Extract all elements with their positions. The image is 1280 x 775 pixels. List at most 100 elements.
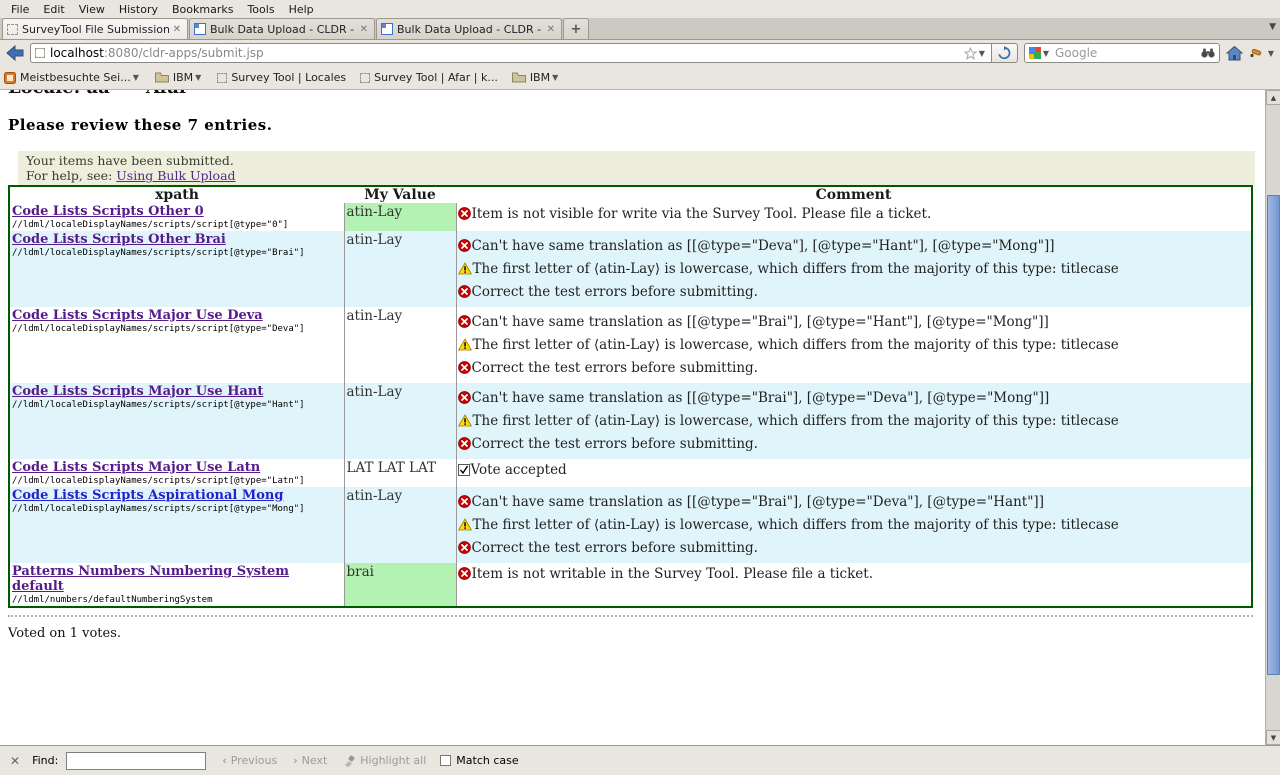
search-engine-chevron-icon[interactable]: ▼ [1043,49,1049,58]
comment-cell: Item is not visible for write via the Su… [456,203,1252,231]
comment-line: The first letter of ⟨atin-Lay⟩ is lowerc… [457,337,1252,353]
comment-line: The first letter of ⟨atin-Lay⟩ is lowerc… [457,517,1252,533]
menu-bookmarks[interactable]: Bookmarks [165,1,240,18]
page-favicon [35,48,45,58]
xpath-path-text: //ldml/numbers/defaultNumberingSystem [12,595,342,605]
table-row: Code Lists Scripts Major Use Hant//ldml/… [9,383,1252,459]
xpath-link[interactable]: Code Lists Scripts Major Use Deva [12,308,263,323]
xpath-link[interactable]: Code Lists Scripts Major Use Latn [12,460,260,475]
my-value-cell: atin-Lay [344,383,456,459]
table-header-row: xpath My Value Comment [9,186,1252,203]
xpath-path-text: //ldml/localeDisplayNames/scripts/script… [12,324,342,334]
tab-close-icon[interactable]: ✕ [171,24,183,35]
tab-close-icon[interactable]: ✕ [358,24,370,35]
my-value-cell: LAT LAT LAT [344,459,456,487]
url-dropdown-chevron-icon[interactable]: ▼ [979,49,985,58]
home-button[interactable] [1226,46,1243,61]
find-input[interactable] [66,752,206,770]
checked-checkbox-icon [458,464,470,476]
table-row: Code Lists Scripts Other 0//ldml/localeD… [9,203,1252,231]
bookmark-chevron-icon[interactable]: ▼ [133,73,139,82]
warning-icon [458,262,472,275]
cldr-favicon [381,23,393,35]
bulk-upload-help-link[interactable]: Using Bulk Upload [116,168,235,183]
match-case-checkbox[interactable]: Match case [440,754,518,767]
table-row: Patterns Numbers Numbering System defaul… [9,563,1252,607]
back-button[interactable] [4,42,26,64]
comment-line: The first letter of ⟨atin-Lay⟩ is lowerc… [457,413,1252,429]
url-bar[interactable]: localhost:8080/cldr-apps/submit.jsp ▼ [30,43,992,63]
find-close-icon[interactable]: ✕ [10,754,20,768]
addon-brush-icon[interactable] [1249,47,1263,59]
tab-overflow-chevron-icon[interactable]: ▼ [1269,22,1276,32]
bookmark-item-3[interactable]: Survey Tool | Locales [217,71,346,84]
toolbar-overflow-chevron-icon[interactable]: ▼ [1268,49,1274,58]
menu-edit[interactable]: Edit [36,1,71,18]
bookmark-label: Meistbesuchte Sei... [20,71,131,84]
scrollbar-down-arrow-icon[interactable]: ▼ [1266,730,1280,745]
tab-1[interactable]: SurveyTool File Submission | ...✕ [2,18,188,39]
error-icon [458,495,471,508]
bookmark-item-2[interactable]: IBM▼ [155,71,203,84]
vertical-scrollbar[interactable]: ▲ ▼ [1265,90,1280,745]
bookmarks-bar: Meistbesuchte Sei...▼IBM▼Survey Tool | L… [0,66,1280,90]
scrollbar-up-arrow-icon[interactable]: ▲ [1266,90,1280,105]
checkbox-icon[interactable] [440,755,451,766]
comment-cell: Vote accepted [456,459,1252,487]
binoculars-icon [1201,47,1215,59]
reload-icon [997,46,1011,60]
xpath-link[interactable]: Code Lists Scripts Major Use Hant [12,384,263,399]
scrollbar-thumb[interactable] [1267,195,1280,675]
menu-help[interactable]: Help [282,1,321,18]
table-row: Code Lists Scripts Major Use Latn//ldml/… [9,459,1252,487]
error-icon [458,567,471,580]
xpath-link[interactable]: Code Lists Scripts Other Brai [12,232,226,247]
menu-tools[interactable]: Tools [240,1,281,18]
bookmark-item-5[interactable]: IBM▼ [512,71,560,84]
comment-line: Can't have same translation as [[@type="… [457,314,1252,330]
find-next-button[interactable]: › Next [293,754,327,767]
highlight-all-button[interactable]: Highlight all [343,754,426,767]
search-input[interactable]: Google [1055,46,1201,60]
error-icon [458,239,471,252]
comment-text: Vote accepted [471,462,567,478]
comment-text: The first letter of ⟨atin-Lay⟩ is lowerc… [473,517,1119,533]
find-previous-button[interactable]: ‹ Previous [222,754,277,767]
placeholder-favicon-icon [217,73,227,83]
comment-line: Correct the test errors before submittin… [457,360,1252,376]
comment-line: Can't have same translation as [[@type="… [457,390,1252,406]
comment-text: The first letter of ⟨atin-Lay⟩ is lowerc… [473,337,1119,353]
menu-file[interactable]: File [4,1,36,18]
xpath-link[interactable]: Code Lists Scripts Aspirational Mong [12,488,283,503]
tab-close-icon[interactable]: ✕ [545,24,557,35]
home-icon [1226,46,1243,61]
comment-line: Item is not writable in the Survey Tool.… [457,566,1252,582]
page-content: Locale: aa — 'Afar' Please review these … [0,90,1280,745]
tab-2[interactable]: Bulk Data Upload - CLDR - Un...✕ [189,18,375,39]
bookmark-chevron-icon[interactable]: ▼ [195,73,201,82]
comment-text: Correct the test errors before submittin… [472,436,758,452]
placeholder-favicon-icon [360,73,370,83]
column-header-comment: Comment [456,186,1252,203]
bookmark-item-4[interactable]: Survey Tool | Afar | k... [360,71,498,84]
bookmark-star-icon[interactable] [964,47,977,60]
error-icon [458,391,471,404]
dotted-separator [8,615,1253,617]
bookmark-item-1[interactable]: Meistbesuchte Sei...▼ [4,71,141,84]
url-text: localhost:8080/cldr-apps/submit.jsp [50,46,964,60]
reload-button[interactable] [992,43,1018,63]
find-label: Find: [32,754,58,767]
my-value-cell: atin-Lay [344,231,456,307]
search-engine-icon[interactable] [1029,47,1041,59]
xpath-link[interactable]: Patterns Numbers Numbering System defaul… [12,564,289,594]
tab-3[interactable]: Bulk Data Upload - CLDR - Un...✕ [376,18,562,39]
bookmark-chevron-icon[interactable]: ▼ [552,73,558,82]
menu-history[interactable]: History [112,1,165,18]
new-tab-button[interactable]: + [563,18,589,39]
xpath-cell: Code Lists Scripts Aspirational Mong//ld… [9,487,344,563]
menu-view[interactable]: View [72,1,112,18]
xpath-link[interactable]: Code Lists Scripts Other 0 [12,204,204,219]
tab-title: Bulk Data Upload - CLDR - Un... [397,23,545,36]
search-bar[interactable]: ▼ Google [1024,43,1220,63]
error-icon [458,315,471,328]
